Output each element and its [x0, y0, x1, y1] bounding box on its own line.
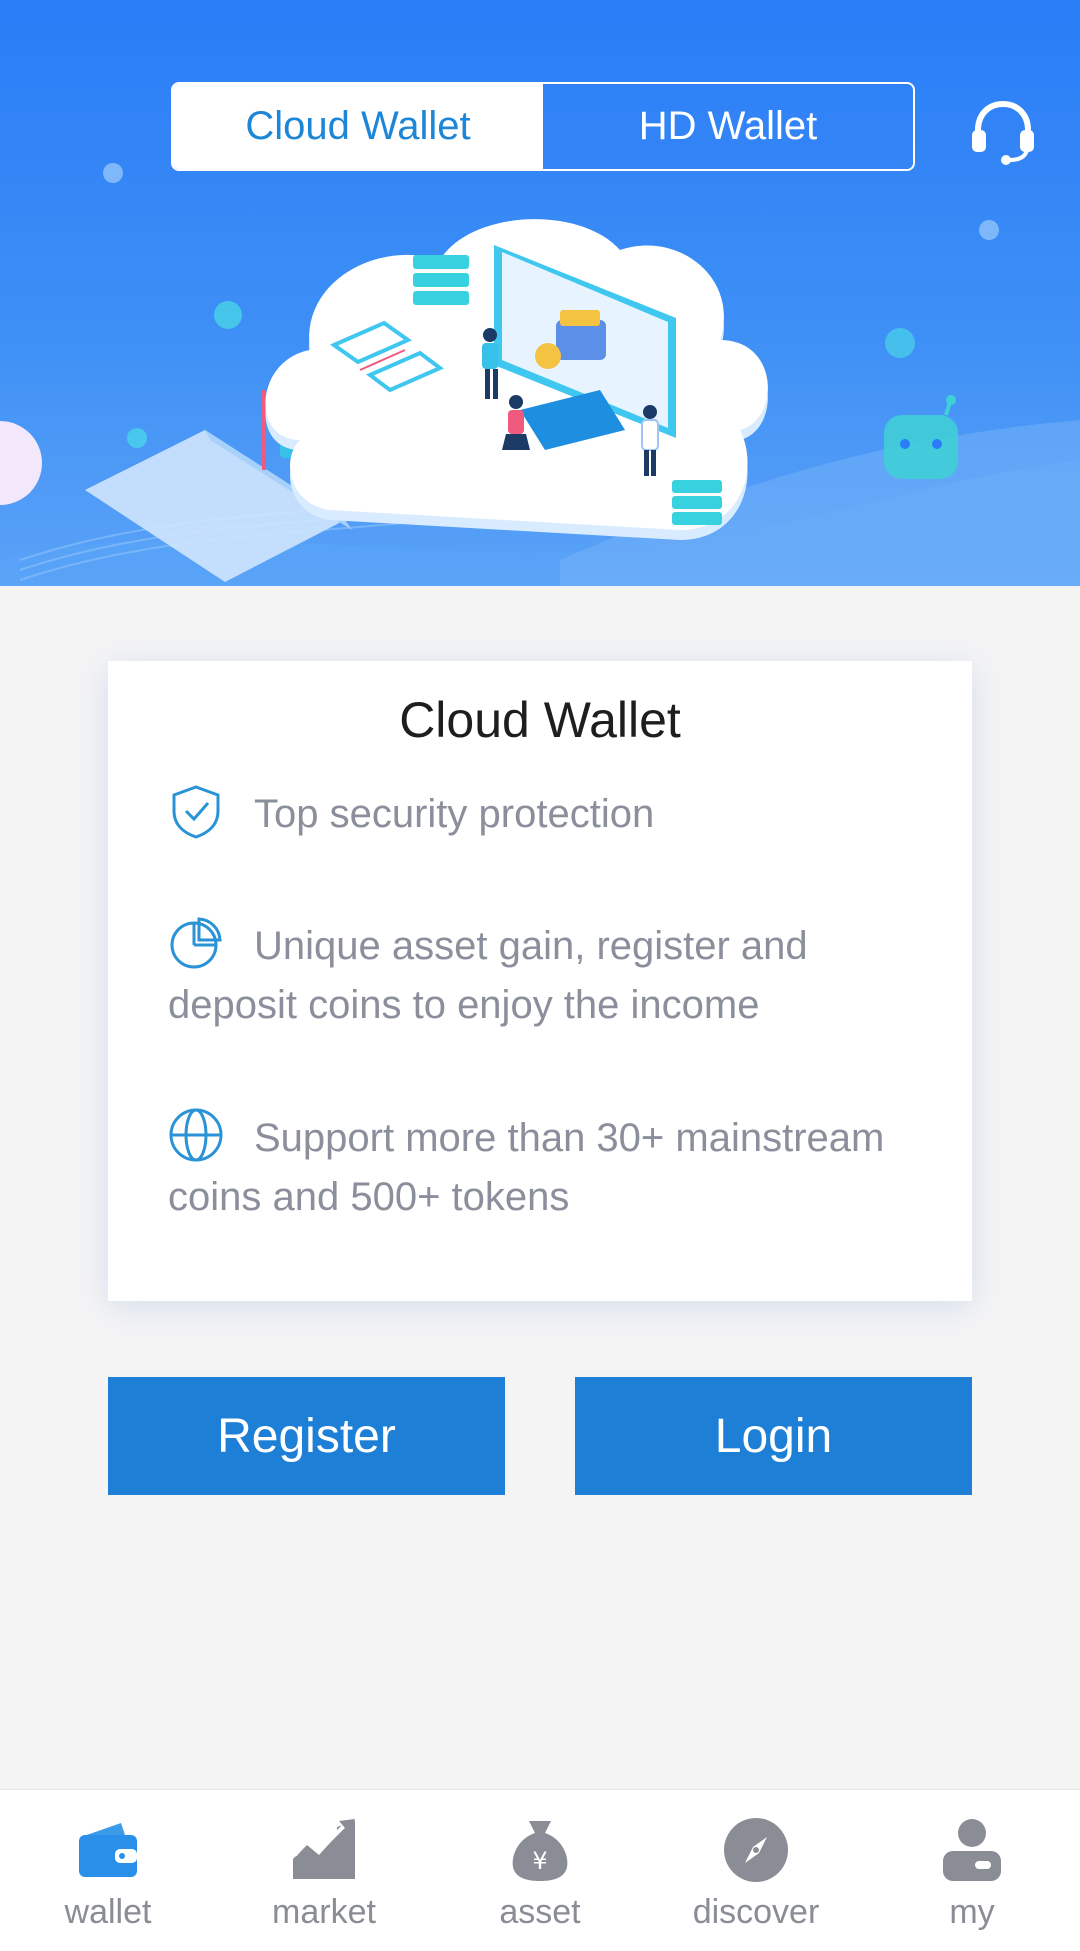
- bottom-tab-bar: wallet market ¥ asset discover my: [0, 1789, 1080, 1951]
- tab-label: asset: [499, 1893, 581, 1931]
- compass-icon: [724, 1818, 788, 1882]
- feature-item-security: Top security protection: [168, 783, 928, 844]
- headset-icon[interactable]: [968, 96, 1038, 166]
- tab-discover[interactable]: discover: [648, 1790, 864, 1951]
- tab-market[interactable]: market: [216, 1790, 432, 1951]
- wallet-type-switch: Cloud Wallet HD Wallet: [171, 82, 915, 171]
- register-button[interactable]: Register: [108, 1377, 505, 1495]
- feature-card: Cloud Wallet Top security protection Uni…: [108, 661, 972, 1301]
- shield-check-icon: [172, 785, 220, 839]
- tab-label: wallet: [64, 1893, 152, 1931]
- feature-text: Unique asset gain, register and deposit …: [168, 924, 808, 1027]
- tab-asset[interactable]: ¥ asset: [432, 1790, 648, 1951]
- tab-hd-wallet[interactable]: HD Wallet: [543, 84, 913, 169]
- chart-trend-icon: [293, 1819, 355, 1879]
- tab-wallet[interactable]: wallet: [0, 1790, 216, 1951]
- money-bag-icon: ¥: [512, 1821, 568, 1881]
- feature-text: Top security protection: [254, 792, 655, 836]
- user-icon: [943, 1819, 1001, 1881]
- globe-icon: [169, 1108, 223, 1162]
- pie-chart-icon: [170, 917, 222, 969]
- svg-text:¥: ¥: [532, 1847, 547, 1875]
- tab-my[interactable]: my: [864, 1790, 1080, 1951]
- feature-text: Support more than 30+ mainstream coins a…: [168, 1116, 885, 1219]
- login-button[interactable]: Login: [575, 1377, 972, 1495]
- feature-item-coin-support: Support more than 30+ mainstream coins a…: [168, 1107, 928, 1227]
- tab-label: my: [949, 1893, 995, 1931]
- tab-label: discover: [692, 1893, 820, 1931]
- feature-item-asset-gain: Unique asset gain, register and deposit …: [168, 915, 928, 1035]
- hero-banner: Cloud Wallet HD Wallet: [0, 0, 1080, 586]
- tab-cloud-wallet[interactable]: Cloud Wallet: [173, 84, 543, 169]
- card-title: Cloud Wallet: [399, 692, 681, 748]
- wallet-icon: [79, 1823, 137, 1877]
- tab-label: market: [272, 1893, 376, 1931]
